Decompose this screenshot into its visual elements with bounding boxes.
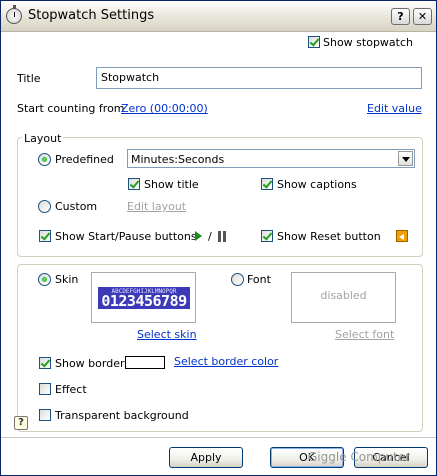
help-button[interactable]: ? [391, 8, 410, 25]
custom-label[interactable]: Custom [55, 200, 97, 213]
start-value-link[interactable]: Zero (00:00:00) [121, 102, 208, 115]
font-label[interactable]: Font [247, 273, 271, 286]
window-title: Stopwatch Settings [28, 8, 155, 23]
skin-label[interactable]: Skin [55, 273, 78, 286]
dropdown-arrow-icon[interactable] [398, 151, 413, 166]
title-input-value: Stopwatch [101, 71, 160, 84]
show-start-pause-checkbox[interactable] [39, 230, 51, 242]
effect-label[interactable]: Effect [55, 383, 87, 396]
title-input[interactable]: Stopwatch [96, 67, 422, 89]
context-help-icon[interactable]: ? [14, 416, 28, 430]
dialog-body: Show stopwatch Title Stopwatch Start cou… [1, 32, 436, 475]
edit-value-link[interactable]: Edit value [367, 102, 422, 115]
settings-window: Stopwatch Settings ? ✕ Show stopwatch Ti… [0, 0, 437, 476]
show-captions-label[interactable]: Show captions [277, 178, 357, 191]
show-border-label[interactable]: Show border [55, 357, 125, 370]
reset-icon [396, 230, 408, 242]
select-skin-link[interactable]: Select skin [137, 328, 197, 341]
pause-icon [218, 231, 227, 242]
layout-legend: Layout [22, 132, 64, 145]
predefined-label[interactable]: Predefined [55, 153, 114, 166]
close-button[interactable]: ✕ [413, 8, 432, 25]
select-border-color-link[interactable]: Select border color [174, 355, 278, 368]
predefined-radio[interactable] [38, 153, 51, 166]
skin-preview-digits: 0123456789 [101, 292, 187, 310]
predefined-layout-value: Minutes:Seconds [131, 153, 225, 166]
font-radio[interactable] [231, 273, 244, 286]
show-title-label[interactable]: Show title [144, 178, 199, 191]
apply-button[interactable]: Apply [169, 447, 243, 468]
show-stopwatch-label[interactable]: Show stopwatch [323, 36, 413, 49]
footer-separator [1, 437, 436, 438]
effect-checkbox[interactable] [39, 383, 51, 395]
skin-preview[interactable]: ABCDEFGHIJKLMNOPQR 0123456789 [91, 272, 196, 323]
show-stopwatch-checkbox[interactable] [308, 36, 320, 48]
title-label: Title [17, 72, 41, 85]
show-title-checkbox[interactable] [128, 178, 140, 190]
edit-layout-link[interactable]: Edit layout [127, 200, 186, 213]
show-captions-checkbox[interactable] [261, 178, 273, 190]
custom-radio[interactable] [38, 200, 51, 213]
start-counting-label: Start counting from [17, 102, 125, 115]
title-bar[interactable]: Stopwatch Settings ? ✕ [1, 1, 436, 32]
predefined-layout-select[interactable]: Minutes:Seconds [127, 149, 415, 168]
skin-radio[interactable] [38, 273, 51, 286]
skin-preview-display: ABCDEFGHIJKLMNOPQR 0123456789 [98, 287, 190, 310]
transparent-background-checkbox[interactable] [39, 409, 51, 421]
select-font-link[interactable]: Select font [335, 328, 394, 341]
font-preview-text: disabled [320, 289, 367, 302]
show-reset-checkbox[interactable] [261, 230, 273, 242]
watermark-text: Giggle Computer [308, 450, 411, 464]
stopwatch-icon [6, 5, 22, 24]
show-reset-label[interactable]: Show Reset button [277, 230, 381, 243]
play-icon [195, 231, 202, 241]
border-color-swatch [125, 356, 165, 369]
show-start-pause-label[interactable]: Show Start/Pause buttons [55, 230, 197, 243]
transparent-background-label[interactable]: Transparent background [55, 409, 189, 422]
slash-separator: / [208, 230, 212, 243]
font-preview: disabled [291, 272, 396, 323]
show-border-checkbox[interactable] [39, 357, 51, 369]
